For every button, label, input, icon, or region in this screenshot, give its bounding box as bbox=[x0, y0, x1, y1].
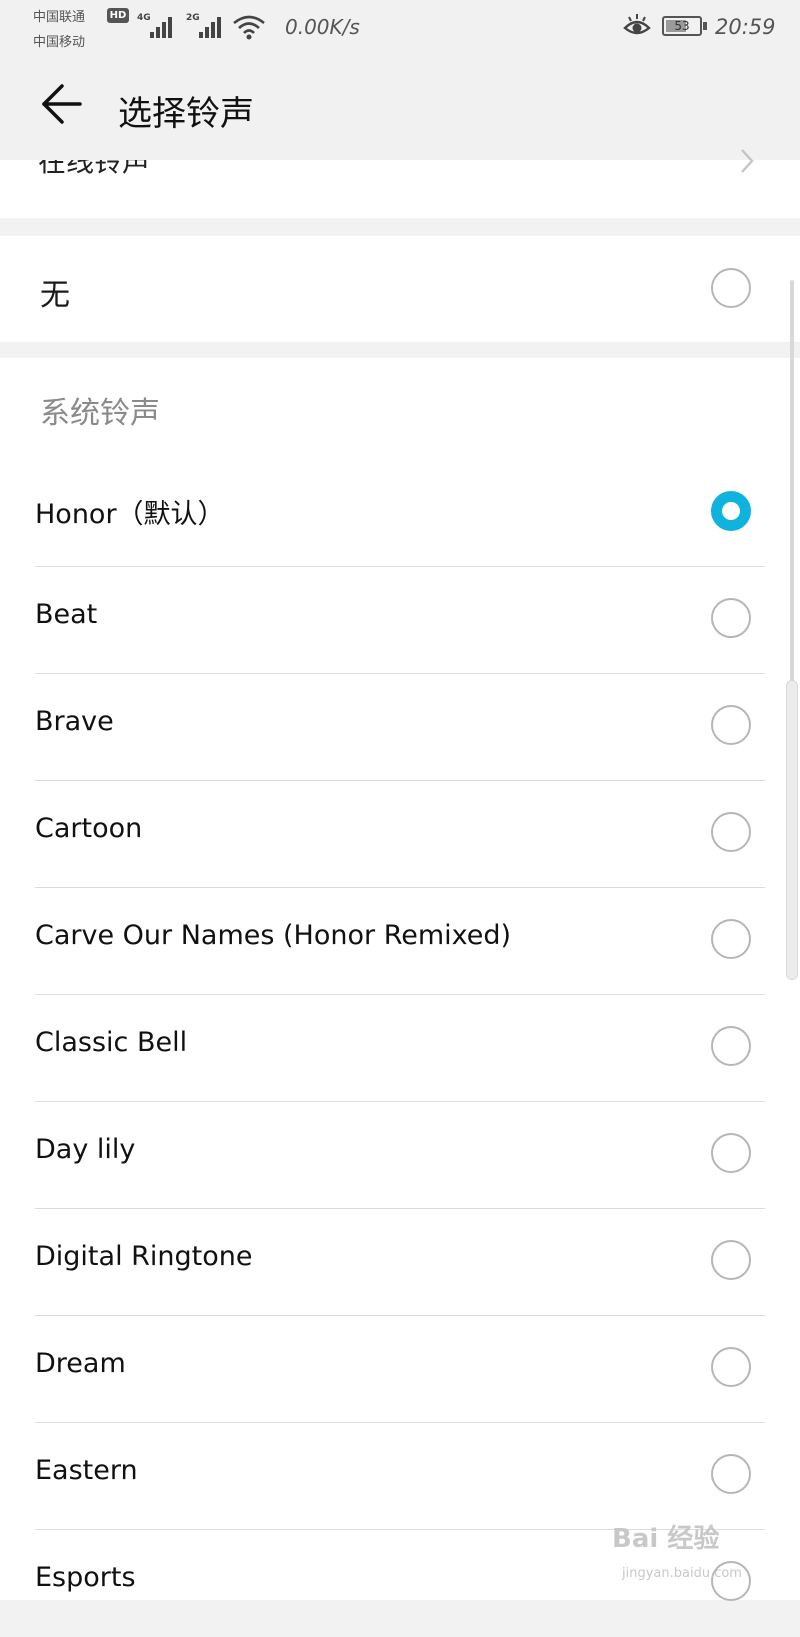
battery-icon: 53 bbox=[662, 16, 707, 36]
ringtone-row-day-lily[interactable]: Day lily bbox=[0, 1102, 800, 1209]
clock: 20:59 bbox=[715, 15, 776, 39]
watermark-url: jingyan.baidu.com bbox=[622, 1566, 742, 1581]
ringtone-label: Classic Bell bbox=[35, 1027, 188, 1058]
ringtone-radio-selected[interactable] bbox=[711, 491, 751, 531]
ringtone-row-honor[interactable]: Honor（默认） bbox=[0, 460, 800, 567]
ringtone-row-digital-ringtone[interactable]: Digital Ringtone bbox=[0, 1209, 800, 1316]
ringtone-label: Beat bbox=[35, 599, 98, 630]
network-type-2: 2G bbox=[186, 13, 200, 23]
online-ringtones-label: 在线铃声 bbox=[38, 160, 151, 178]
carrier-secondary: 中国移动 bbox=[33, 35, 86, 50]
ringtone-row-beat[interactable]: Beat bbox=[0, 567, 800, 674]
ringtone-radio[interactable] bbox=[711, 1347, 751, 1387]
ringtone-radio[interactable] bbox=[711, 1133, 751, 1173]
none-option-row[interactable]: 无 bbox=[0, 236, 800, 342]
online-ringtones-row[interactable]: 在线铃声 bbox=[0, 160, 800, 218]
signal-icon bbox=[150, 14, 178, 38]
signal-icon bbox=[199, 14, 227, 38]
status-bar: 中国联通 HD 中国移动 4G 2G 0.00K/s 53 20:59 bbox=[0, 0, 800, 56]
system-ringtones-card: 系统铃声 Honor（默认） Beat Brave Cartoon Carve … bbox=[0, 358, 800, 1601]
none-radio-wrap bbox=[0, 236, 800, 342]
eye-comfort-icon bbox=[623, 14, 651, 35]
title-bar: 选择铃声 bbox=[0, 56, 800, 160]
wifi-icon bbox=[233, 15, 265, 40]
ringtone-label: Carve Our Names (Honor Remixed) bbox=[35, 920, 512, 951]
ringtone-row-brave[interactable]: Brave bbox=[0, 674, 800, 781]
ringtone-label: Esports bbox=[35, 1562, 136, 1593]
ringtone-radio[interactable] bbox=[711, 1026, 751, 1066]
ringtone-label: Digital Ringtone bbox=[35, 1241, 253, 1272]
ringtone-row-carve-our-names[interactable]: Carve Our Names (Honor Remixed) bbox=[0, 888, 800, 995]
ringtone-row-classic-bell[interactable]: Classic Bell bbox=[0, 995, 800, 1102]
none-radio[interactable] bbox=[711, 268, 751, 308]
ringtone-radio[interactable] bbox=[711, 705, 751, 745]
scrollbar-thumb[interactable] bbox=[786, 680, 798, 980]
section-header: 系统铃声 bbox=[40, 396, 160, 431]
ringtone-row-eastern[interactable]: Eastern bbox=[0, 1423, 800, 1530]
back-arrow-icon[interactable] bbox=[38, 80, 86, 128]
ringtone-label: Dream bbox=[35, 1348, 126, 1379]
ringtone-label: Honor（默认） bbox=[35, 499, 225, 530]
network-type-1: 4G bbox=[137, 13, 151, 23]
ringtone-row-cartoon[interactable]: Cartoon bbox=[0, 781, 800, 888]
ringtone-radio[interactable] bbox=[711, 1240, 751, 1280]
carrier-primary: 中国联通 bbox=[33, 10, 86, 25]
ringtone-label: Eastern bbox=[35, 1455, 138, 1486]
chevron-right-icon bbox=[741, 149, 754, 173]
ringtone-radio[interactable] bbox=[711, 812, 751, 852]
battery-level: 53 bbox=[674, 19, 690, 33]
ringtone-label: Cartoon bbox=[35, 813, 143, 844]
ringtone-radio[interactable] bbox=[711, 598, 751, 638]
ringtone-radio[interactable] bbox=[711, 1454, 751, 1494]
ringtone-radio[interactable] bbox=[711, 919, 751, 959]
ringtone-label: Day lily bbox=[35, 1134, 136, 1165]
network-speed: 0.00K/s bbox=[285, 15, 360, 39]
ringtone-row-dream[interactable]: Dream bbox=[0, 1316, 800, 1423]
ringtone-label: Brave bbox=[35, 706, 114, 737]
watermark-logo: Bai 经验 bbox=[612, 1524, 720, 1554]
none-option-label: 无 bbox=[40, 278, 70, 313]
hd-badge: HD bbox=[107, 8, 129, 23]
page-title: 选择铃声 bbox=[118, 94, 254, 134]
